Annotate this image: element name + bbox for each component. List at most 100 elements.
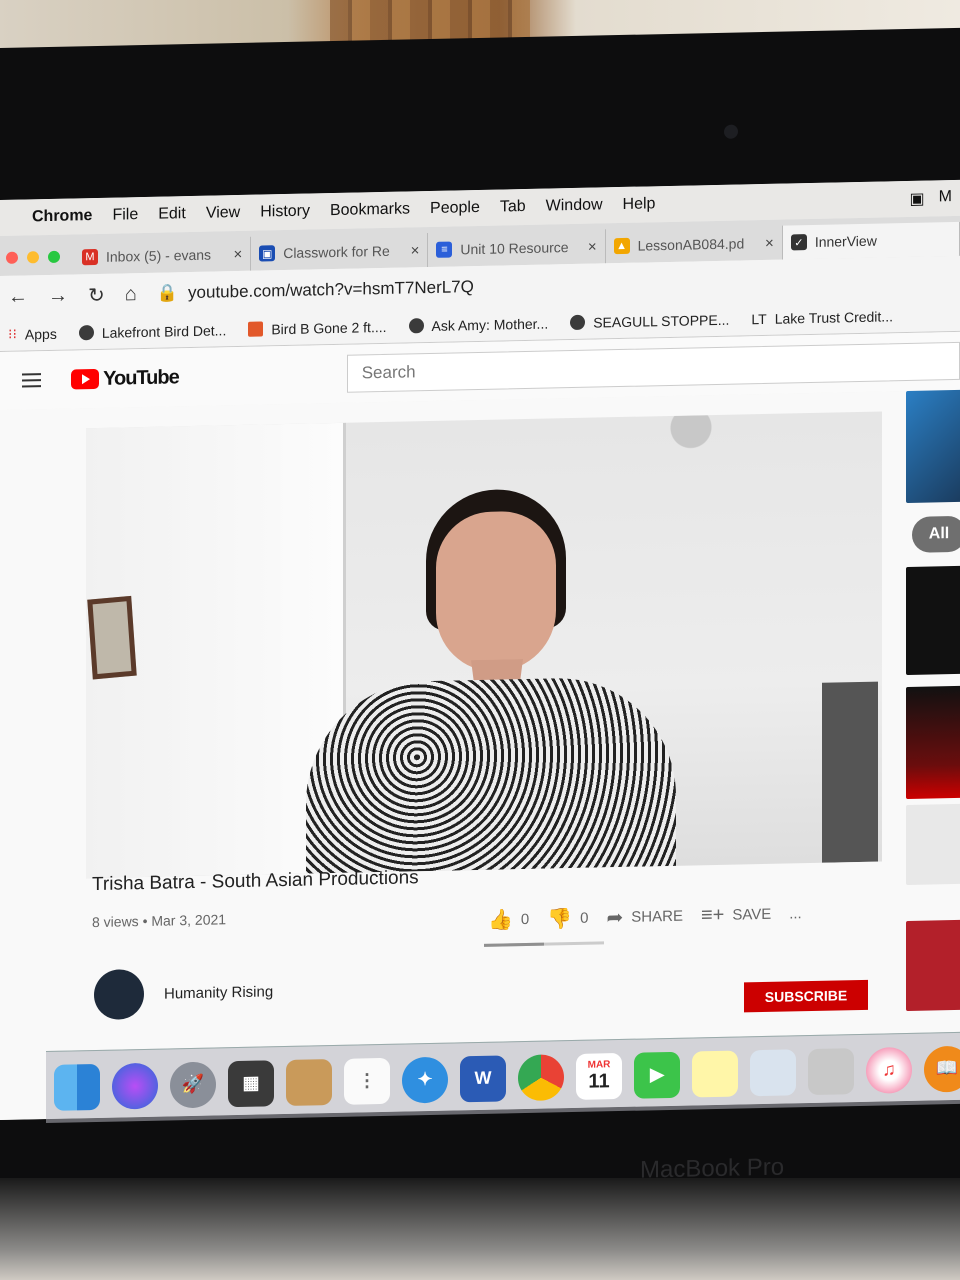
related-thumbnail[interactable] [906,803,960,886]
bookmark-label: SEAGULL STOPPE... [593,311,730,331]
menu-history[interactable]: History [260,203,310,222]
like-button[interactable]: 👍 0 [488,907,529,933]
calendar-day: 11 [588,1069,610,1093]
close-tab-icon[interactable]: × [765,234,774,251]
search-input[interactable]: Search [346,341,960,393]
related-thumbnail[interactable] [906,389,960,504]
tab-unit-10[interactable]: ≡ Unit 10 Resource × [428,229,606,268]
close-tab-icon[interactable]: × [233,245,242,262]
tab-title: Inbox (5) - evans [106,246,212,265]
menu-bookmarks[interactable]: Bookmarks [330,200,410,220]
menu-tab[interactable]: Tab [500,198,526,217]
calendar-icon[interactable]: MAR 11 [576,1052,622,1100]
subscribe-button[interactable]: SUBSCRIBE [744,979,868,1013]
related-thumbnail[interactable] [906,685,960,800]
reminders-icon[interactable]: ⋮ [344,1057,390,1105]
menu-window[interactable]: Window [546,196,603,215]
reload-icon[interactable]: ↻ [88,282,105,307]
video-player[interactable] [86,411,882,879]
filter-chip-all[interactable]: All [912,515,960,553]
related-thumbnail[interactable] [906,919,960,1012]
share-label: SHARE [631,907,683,926]
globe-icon [78,325,94,341]
gmail-icon: M [82,248,98,266]
bookmark-label: Bird B Gone 2 ft.... [271,318,387,337]
contacts-icon[interactable] [286,1058,332,1106]
related-videos-column: All [906,389,960,1101]
dislike-count: 0 [580,909,589,927]
back-arrow-icon[interactable]: ← [8,285,28,308]
video-scene-ceiling-fan [646,414,736,457]
maximize-window-button[interactable] [48,250,60,263]
home-icon[interactable]: ⌂ [125,283,137,306]
hamburger-menu-icon[interactable] [22,373,42,388]
tab-classwork[interactable]: ▣ Classwork for Re × [251,233,429,271]
minimize-window-button[interactable] [27,251,39,264]
menu-file[interactable]: File [112,206,138,225]
menu-view[interactable]: View [206,204,240,223]
home-depot-icon [248,321,264,337]
close-tab-icon[interactable]: × [411,242,420,259]
finder-icon[interactable] [54,1063,100,1111]
window-controls [0,250,74,276]
notes-icon[interactable] [692,1050,738,1098]
video-scene-poster [822,681,878,863]
launchpad-icon[interactable]: 🚀 [170,1060,216,1108]
laptop-bezel: Chrome File Edit View History Bookmarks … [0,27,960,1280]
related-thumbnail[interactable] [906,565,960,676]
webcam [724,124,738,139]
facetime-icon[interactable]: ▶ [634,1051,680,1099]
tab-title: Classwork for Re [283,242,390,262]
close-window-button[interactable] [6,251,18,264]
tab-innerview[interactable]: ✓ InnerView [782,221,960,260]
bookmark-seagull[interactable]: SEAGULL STOPPE... [570,311,729,330]
tab-lesson-pdf[interactable]: ▲ LessonAB084.pd × [605,225,783,264]
more-icon: ... [789,905,802,923]
forward-arrow-icon[interactable]: → [48,284,68,307]
menu-edit[interactable]: Edit [158,205,186,224]
video-speaker [306,486,676,874]
tab-title: Unit 10 Resource [460,239,569,258]
youtube-play-icon [71,368,100,390]
url-text[interactable]: youtube.com/watch?v=hsmT7NerL7Q [188,277,474,303]
share-button[interactable]: ➦ SHARE [607,904,683,931]
more-actions-button[interactable]: ... [789,905,802,922]
bookmark-ask-amy[interactable]: Ask Amy: Mother... [408,315,548,334]
books-icon[interactable]: 📖 [924,1045,960,1093]
chrome-icon[interactable] [518,1053,564,1101]
itunes-icon[interactable]: ♫ [866,1046,912,1094]
channel-avatar[interactable] [94,968,144,1021]
bookmark-bird-b-gone[interactable]: Bird B Gone 2 ft.... [248,318,387,337]
dislike-button[interactable]: 👎 0 [547,906,588,932]
safari-icon[interactable]: ✦ [402,1056,448,1104]
preview-icon[interactable] [750,1048,796,1096]
mission-control-icon[interactable]: ▦ [228,1059,274,1107]
bookmark-apps[interactable]: ⁝⁝ Apps [8,325,57,343]
save-label: SAVE [732,905,772,924]
thumbs-up-icon: 👍 [488,909,513,932]
close-tab-icon[interactable]: × [588,238,597,255]
calculator-icon[interactable] [808,1047,854,1095]
thumbs-down-icon: 👎 [547,908,573,931]
menu-people[interactable]: People [430,199,480,218]
menu-help[interactable]: Help [623,195,656,214]
globe-icon [570,314,586,331]
video-meta: 8 views • Mar 3, 2021 [92,911,227,931]
address-bar[interactable]: 🔒 youtube.com/watch?v=hsmT7NerL7Q [157,277,474,304]
siri-icon[interactable] [112,1062,158,1110]
desk-surface [0,1178,960,1280]
menu-app-name[interactable]: Chrome [32,207,92,226]
drive-icon: ▲ [613,237,630,255]
tab-gmail[interactable]: M Inbox (5) - evans × [74,236,252,275]
screen-record-icon[interactable]: ▣ [910,189,925,209]
youtube-logo[interactable]: YouTube [71,366,179,391]
calendar-month: MAR [587,1058,611,1071]
channel-name[interactable]: Humanity Rising [164,983,273,1002]
bookmark-lake-trust[interactable]: LT Lake Trust Credit... [751,308,893,327]
bookmark-lakefront[interactable]: Lakefront Bird Det... [78,322,226,341]
save-button[interactable]: ≡+ SAVE [701,903,771,927]
mail-status-icon[interactable]: M [939,188,952,208]
bookmark-label: Apps [24,325,57,342]
word-icon[interactable]: W [460,1054,506,1102]
speaker-leopard-top [306,675,676,874]
